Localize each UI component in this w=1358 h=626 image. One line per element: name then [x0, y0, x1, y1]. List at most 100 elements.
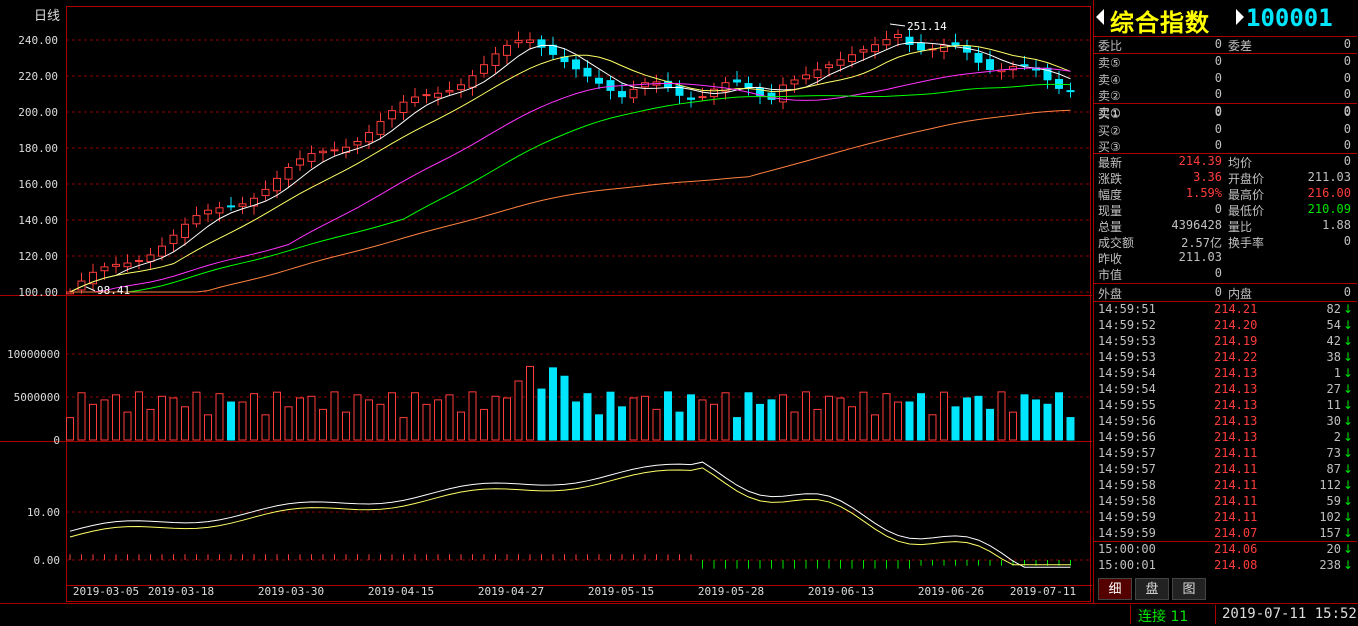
- candle-body: [825, 64, 833, 69]
- stat-row-value: 0: [1214, 266, 1222, 280]
- macd-axis-tick: 0.00: [34, 554, 61, 567]
- candle-body: [181, 223, 189, 238]
- volume-bar: [204, 414, 212, 441]
- prev-stock-arrow-icon[interactable]: [1096, 9, 1104, 25]
- volume-bar: [951, 406, 960, 441]
- kline-chart[interactable]: 240.00 220.00 200.00 180.00 160.00 140.00 120.…: [0, 0, 1093, 603]
- tick-time: 14:59:52: [1098, 318, 1156, 332]
- volume-bar: [537, 388, 546, 441]
- down-arrow-icon: ↓: [1342, 494, 1353, 508]
- tick-price: 214.21: [1214, 302, 1258, 316]
- stat-row-label: 市值: [1098, 268, 1123, 282]
- down-arrow-icon: ↓: [1342, 542, 1353, 556]
- stat-row-value: 211.03: [1178, 250, 1222, 264]
- tab-2[interactable]: 图: [1172, 578, 1206, 600]
- candle-body: [399, 101, 408, 113]
- down-arrow-icon: ↓: [1342, 382, 1353, 396]
- stock-name: 综合指数: [1110, 9, 1210, 37]
- buy-level-row[interactable]: 买③ 0 0: [1094, 138, 1357, 154]
- price-axis-tick: 240.00: [18, 34, 58, 47]
- sell-level-row[interactable]: 卖② 0 0: [1094, 87, 1357, 103]
- tick-volume: 11: [1326, 398, 1341, 412]
- tab-1[interactable]: 盘: [1135, 578, 1169, 600]
- volume-bar: [756, 403, 764, 441]
- volume-bar: [227, 401, 235, 441]
- kline-chart-area[interactable]: 240.00 220.00 200.00 180.00 160.00 140.00 120.…: [0, 0, 1093, 603]
- volume-bar: [687, 394, 695, 441]
- outer-inner-row-value-2: 0: [1343, 285, 1351, 299]
- tick-row: 14:59:59 214.07 157 ↓: [1094, 526, 1357, 542]
- volume-bar: [284, 406, 293, 441]
- date-axis-label: 2019-06-13: [808, 585, 874, 598]
- candle-body: [836, 59, 845, 66]
- stat-row: 幅度 1.59% 最高价 216.00: [1094, 186, 1357, 202]
- next-stock-arrow-icon[interactable]: [1236, 9, 1244, 25]
- candle-body: [480, 64, 488, 74]
- candle-body: [629, 88, 638, 99]
- sell-level-row[interactable]: 卖④ 0 0: [1094, 71, 1357, 87]
- tick-time: 14:59:56: [1098, 430, 1156, 444]
- tick-price: 214.11: [1214, 478, 1258, 492]
- wei-bi-row-label: 委比: [1098, 39, 1123, 53]
- date-axis-label: 2019-03-18: [148, 585, 214, 598]
- date-axis-label: 2019-05-15: [588, 585, 654, 598]
- tick-row: 15:00:01 214.08 238 ↓: [1094, 558, 1357, 574]
- candle-body: [273, 177, 281, 192]
- volume-bar: [434, 399, 442, 441]
- volume-bar: [871, 414, 879, 441]
- tick-volume: 112: [1319, 478, 1341, 492]
- candle-body: [583, 67, 592, 77]
- sell-level-label: 卖⑤: [1098, 56, 1121, 70]
- candle-body: [169, 234, 178, 245]
- tick-price: 214.08: [1214, 558, 1258, 572]
- price-axis-tick: 160.00: [18, 178, 58, 191]
- tick-price: 214.11: [1214, 446, 1258, 460]
- down-arrow-icon: ↓: [1342, 462, 1353, 476]
- candle-body: [1066, 90, 1075, 93]
- price-axis-tick: 100.00: [18, 286, 58, 299]
- tick-volume: 2: [1333, 430, 1341, 444]
- low-marker-line: [85, 286, 96, 292]
- volume-bar: [963, 397, 971, 441]
- tab-0[interactable]: 细: [1098, 578, 1132, 600]
- candle-body: [261, 188, 270, 197]
- outer-inner-row-label: 外盘: [1098, 287, 1123, 301]
- candle-body: [284, 166, 293, 180]
- down-arrow-icon: ↓: [1342, 510, 1353, 524]
- candle-body: [307, 153, 316, 162]
- side-tabs: 细盘图: [1094, 576, 1357, 602]
- down-arrow-icon: ↓: [1342, 302, 1353, 316]
- candle-body: [940, 44, 948, 52]
- candle-body: [813, 69, 822, 79]
- volume-bar: [1066, 417, 1075, 441]
- volume-bar: [457, 411, 465, 441]
- tick-price: 214.13: [1214, 430, 1258, 444]
- tick-volume: 102: [1319, 510, 1341, 524]
- buy-level-row[interactable]: 买① 0 0: [1094, 105, 1357, 121]
- date-axis-label: 2019-05-28: [698, 585, 764, 598]
- candle-body: [595, 77, 603, 84]
- sell-level-row[interactable]: 卖⑤ 0 0: [1094, 54, 1357, 70]
- period-label: 日线: [34, 9, 61, 24]
- volume-bar: [802, 391, 810, 441]
- status-separator: [1215, 605, 1216, 624]
- tick-row: 14:59:58 214.11 112 ↓: [1094, 478, 1357, 494]
- buy-level-row[interactable]: 买② 0 0: [1094, 122, 1357, 138]
- volume-bar: [399, 417, 408, 441]
- tick-row: 14:59:56 214.13 2 ↓: [1094, 430, 1357, 446]
- tick-volume: 157: [1319, 526, 1341, 540]
- stat-row-value: 4396428: [1171, 218, 1222, 232]
- date-axis-label: 2019-04-15: [368, 585, 434, 598]
- tick-volume: 42: [1326, 334, 1341, 348]
- tick-price: 214.13: [1214, 382, 1258, 396]
- stat-row-label: 总量: [1098, 220, 1123, 234]
- down-arrow-icon: ↓: [1342, 446, 1353, 460]
- date-axis-label: 2019-07-11: [1010, 585, 1076, 598]
- high-marker-line: [889, 23, 906, 27]
- volume-bar: [261, 414, 270, 441]
- volume-bar: [480, 408, 488, 441]
- stat-row: 涨跌 3.36 开盘价 211.03: [1094, 170, 1357, 186]
- stat-row-value-2: 1.88: [1322, 218, 1351, 232]
- volume-bar: [986, 408, 994, 441]
- wei-bi-row-value: 0: [1214, 37, 1222, 51]
